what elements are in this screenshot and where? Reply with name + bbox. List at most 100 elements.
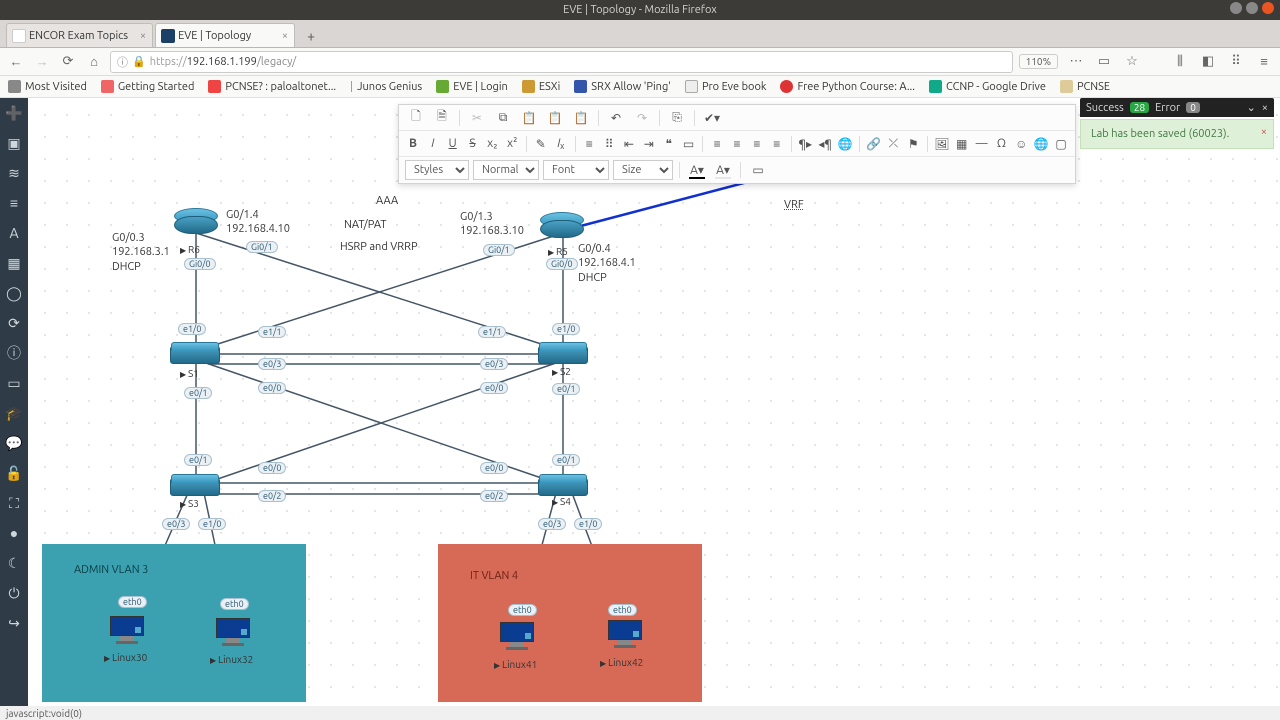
- close-icon[interactable]: ×: [282, 30, 288, 42]
- emoji-icon[interactable]: ☺: [1013, 134, 1029, 154]
- networks-icon[interactable]: ≋: [5, 164, 23, 182]
- cut-icon[interactable]: ✂: [466, 108, 488, 128]
- text-editor-toolbar[interactable]: 🗋 🗎 ✂ ⧉ 📋 📋 📋 ↶ ↷ ⎘ ✔▾ B I U S: [398, 104, 1076, 184]
- ltr-icon[interactable]: ¶▸: [797, 134, 813, 154]
- node-s4[interactable]: [538, 478, 588, 496]
- info-icon[interactable]: ⓘ: [5, 344, 23, 362]
- unlink-icon[interactable]: ⤫: [886, 134, 902, 154]
- indent-icon[interactable]: ⇥: [641, 134, 657, 154]
- annot-r6g014[interactable]: G0/1.4 192.168.4.10: [226, 208, 290, 237]
- new-doc-icon[interactable]: 🗋: [405, 108, 427, 128]
- numlist-icon[interactable]: ≡: [581, 134, 597, 154]
- new-tab-button[interactable]: +: [300, 25, 322, 47]
- bm-most-visited[interactable]: Most Visited: [8, 80, 87, 93]
- iframe-icon[interactable]: 🌐: [1033, 134, 1049, 154]
- special-icon[interactable]: Ω: [994, 134, 1010, 154]
- format-select[interactable]: Normal: [473, 160, 539, 180]
- paste-icon[interactable]: 📋: [518, 108, 540, 128]
- tab-eve-topology[interactable]: EVE | Topology ×: [155, 23, 295, 47]
- align-right-icon[interactable]: ≡: [749, 134, 765, 154]
- annot-aaa[interactable]: AAA: [376, 194, 398, 208]
- node-s1[interactable]: [170, 346, 220, 364]
- scayt-icon[interactable]: ✔▾: [701, 108, 723, 128]
- paste-word-icon[interactable]: 📋: [570, 108, 592, 128]
- lock-icon[interactable]: 🔓: [5, 464, 23, 482]
- node-linux41[interactable]: [500, 622, 534, 650]
- hr-icon[interactable]: —: [974, 134, 990, 154]
- table-icon[interactable]: ▦: [954, 134, 970, 154]
- superscript-icon[interactable]: x²: [504, 134, 520, 154]
- home-button[interactable]: ⌂: [84, 54, 104, 69]
- annot-r6block[interactable]: G0/0.3 192.168.3.1 DHCP: [112, 231, 170, 274]
- close-icon[interactable]: ×: [1261, 126, 1267, 138]
- styles-select[interactable]: Styles: [405, 160, 469, 180]
- paste-text-icon[interactable]: 📋: [544, 108, 566, 128]
- back-button[interactable]: ←: [6, 54, 26, 69]
- node-r6[interactable]: [174, 208, 218, 236]
- bm-python[interactable]: Free Python Course: A...: [780, 80, 915, 93]
- reader-icon[interactable]: ▭: [1094, 54, 1114, 69]
- div-icon[interactable]: ▭: [681, 134, 697, 154]
- save-icon[interactable]: 🗎: [431, 108, 453, 128]
- expand-icon[interactable]: ⛶: [5, 494, 23, 512]
- outdent-icon[interactable]: ⇤: [621, 134, 637, 154]
- node-linux42[interactable]: [608, 620, 642, 648]
- bg-color-icon[interactable]: A▾: [712, 160, 734, 180]
- refresh-icon[interactable]: ⟳: [5, 314, 23, 332]
- text-color-icon[interactable]: A▾: [686, 160, 708, 180]
- italic-icon[interactable]: I: [425, 134, 441, 154]
- vlan3-box[interactable]: ADMIN VLAN 3: [42, 544, 306, 702]
- tab-encor[interactable]: ENCOR Exam Topics ×: [6, 23, 153, 47]
- image-icon[interactable]: 🖼: [934, 134, 950, 154]
- align-center-icon[interactable]: ≡: [729, 134, 745, 154]
- rtl-icon[interactable]: ◂¶: [817, 134, 833, 154]
- bm-pcnse2[interactable]: PCNSE: [1060, 80, 1110, 93]
- removeformat-icon[interactable]: Iₓ: [553, 134, 569, 154]
- node-s2[interactable]: [538, 346, 588, 364]
- power-icon[interactable]: ⏻: [5, 584, 23, 602]
- book-icon[interactable]: ▭: [5, 374, 23, 392]
- node-r5[interactable]: [540, 212, 584, 240]
- flag-icon[interactable]: ⚑: [905, 134, 921, 154]
- lang-icon[interactable]: 🌐: [837, 134, 853, 154]
- strike-icon[interactable]: S: [465, 134, 481, 154]
- chat-icon[interactable]: 💬: [5, 434, 23, 452]
- bullist-icon[interactable]: ⠿: [601, 134, 617, 154]
- annot-hsrp[interactable]: HSRP and VRRP: [340, 240, 418, 254]
- window-close-icon[interactable]: [1262, 2, 1274, 14]
- bm-getting-started[interactable]: Getting Started: [101, 80, 195, 93]
- annot-natpat[interactable]: NAT/PAT: [344, 218, 387, 232]
- embed-icon[interactable]: ▢: [1053, 134, 1069, 154]
- size-select[interactable]: Size: [613, 160, 673, 180]
- bm-srx[interactable]: SRX Allow 'Ping': [574, 80, 671, 93]
- copy-icon[interactable]: ⧉: [492, 108, 514, 128]
- nodes-icon[interactable]: ▣: [5, 134, 23, 152]
- grid-icon[interactable]: ▦: [5, 254, 23, 272]
- forward-button[interactable]: →: [32, 54, 52, 69]
- list-icon[interactable]: ≡: [5, 194, 23, 212]
- close-icon[interactable]: ×: [1262, 102, 1268, 114]
- bm-junos[interactable]: |Junos Genius: [350, 81, 422, 93]
- menu-icon[interactable]: ≡: [1254, 54, 1274, 69]
- addons-icon[interactable]: ⠿: [1226, 54, 1246, 69]
- notif-header[interactable]: Success 28 Error 0 ⌄ ×: [1080, 98, 1274, 117]
- chevron-down-icon[interactable]: ⌄: [1247, 101, 1256, 114]
- zoom-indicator[interactable]: 110%: [1019, 54, 1058, 69]
- redo-icon[interactable]: ↷: [631, 108, 653, 128]
- bm-eve-login[interactable]: EVE | Login: [436, 80, 508, 93]
- bold-icon[interactable]: B: [405, 134, 421, 154]
- annot-vrf[interactable]: VRF: [784, 198, 804, 212]
- topology-canvas[interactable]: ADMIN VLAN 3 IT VLAN 4 AAA NAT/PAT HSRP …: [28, 98, 1280, 706]
- underline-icon[interactable]: U: [445, 134, 461, 154]
- library-icon[interactable]: ⫼: [1170, 54, 1190, 69]
- window-min-icon[interactable]: [1230, 2, 1242, 14]
- window-max-icon[interactable]: [1246, 2, 1258, 14]
- bm-ccnp[interactable]: CCNP - Google Drive: [929, 80, 1046, 93]
- annot-r5g013[interactable]: G0/1.3 192.168.3.10: [460, 210, 524, 239]
- bm-pcnse[interactable]: PCNSE? : paloaltonet...: [208, 80, 336, 93]
- node-linux30[interactable]: [110, 616, 144, 644]
- node-linux32[interactable]: [216, 618, 250, 646]
- info-icon[interactable]: ⓘ: [117, 54, 128, 70]
- align-justify-icon[interactable]: ≡: [769, 134, 785, 154]
- bm-esxi[interactable]: ESXi: [522, 80, 560, 93]
